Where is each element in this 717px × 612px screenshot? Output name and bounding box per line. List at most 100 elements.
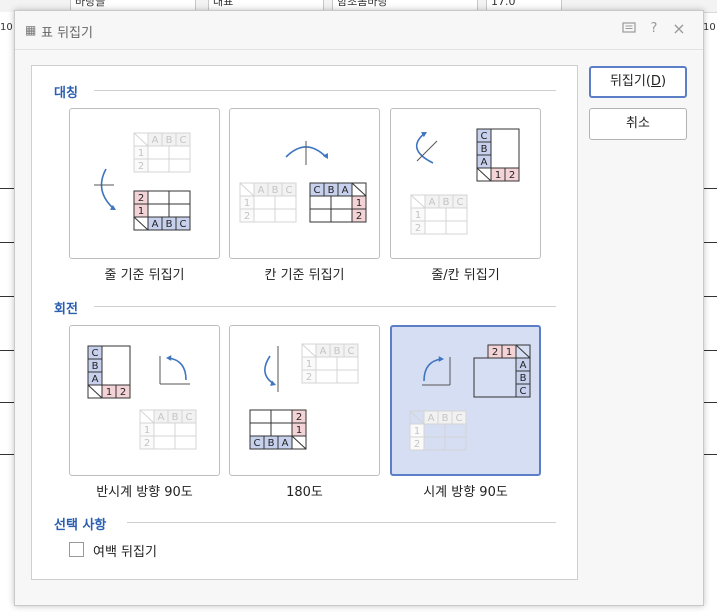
row-header-2: 2 bbox=[306, 372, 312, 383]
row-header-2: 2 bbox=[138, 193, 144, 204]
column-header-A: A bbox=[158, 412, 165, 423]
row-header-2: 2 bbox=[296, 412, 302, 423]
row-header-2: 2 bbox=[492, 347, 498, 358]
column-header-B: B bbox=[328, 185, 335, 196]
column-header-C: C bbox=[186, 412, 193, 423]
section-divider bbox=[127, 522, 556, 523]
option-flip-both[interactable]: CBA12ABC12 bbox=[390, 108, 541, 259]
flip-rows-preview: A B C12A B C21 bbox=[94, 132, 191, 231]
arrow-head-icon bbox=[438, 356, 444, 362]
doc-table-line bbox=[0, 350, 14, 351]
doc-table-line bbox=[0, 402, 14, 403]
column-header-A: A bbox=[320, 346, 327, 357]
comment-icon[interactable] bbox=[621, 21, 637, 37]
doc-table-line bbox=[703, 350, 717, 351]
doc-table-line bbox=[0, 242, 14, 243]
column-header-A: A bbox=[152, 219, 159, 230]
ruler-mark-right: 10 bbox=[703, 22, 716, 33]
row-header-2: 2 bbox=[414, 439, 420, 450]
column-header-A: A bbox=[152, 135, 159, 146]
flip-margins-label: 여백 뒤집기 bbox=[93, 545, 157, 560]
column-header-C: C bbox=[481, 131, 488, 142]
row-header-2: 2 bbox=[415, 223, 421, 234]
column-header-C: C bbox=[456, 413, 463, 424]
row-header-1: 1 bbox=[356, 198, 362, 209]
section-options-label: 선택 사항 bbox=[54, 518, 107, 533]
option-rotate-cw-90[interactable]: ABC21ABC12 bbox=[390, 325, 541, 476]
table-body-cell bbox=[490, 128, 520, 169]
column-header-C: C bbox=[92, 348, 99, 359]
ruler-mark-left: 10 bbox=[0, 22, 13, 33]
column-header-A: A bbox=[429, 197, 436, 208]
flip-button[interactable]: 뒤집기(D) bbox=[589, 66, 687, 98]
table-body-cell bbox=[473, 357, 517, 398]
column-header-A: A bbox=[258, 185, 265, 196]
column-header-C: C bbox=[286, 185, 293, 196]
flip-table-dialog: ▦ 표 뒤집기 ? × 대칭 ABC12ABC21 줄 기준 뒤집기 ABC12… bbox=[14, 10, 704, 606]
doc-table-line bbox=[0, 454, 14, 455]
rotate-arrow-icon bbox=[423, 358, 443, 382]
left-ruler bbox=[0, 12, 14, 612]
section-divider bbox=[94, 306, 556, 307]
doc-table-line bbox=[703, 454, 717, 455]
column-header-B: B bbox=[92, 361, 99, 372]
doc-table-line bbox=[703, 296, 717, 297]
option-flip-rows[interactable]: ABC12ABC21 bbox=[69, 108, 220, 259]
option-rotate-cw-90-label: 시계 방향 90도 bbox=[423, 485, 508, 500]
column-header-B: B bbox=[481, 144, 488, 155]
option-rotate-180-label: 180도 bbox=[286, 485, 323, 500]
corner-diagonal bbox=[476, 167, 492, 182]
option-flip-columns[interactable]: ABC12CBA12 bbox=[229, 108, 380, 259]
options-panel: 대칭 ABC12ABC21 줄 기준 뒤집기 ABC12CBA12 칸 기준 뒤… bbox=[31, 65, 578, 580]
option-flip-both-label: 줄/칸 뒤집기 bbox=[431, 268, 500, 283]
column-header-C: C bbox=[457, 197, 464, 208]
row-header-2: 2 bbox=[244, 211, 250, 222]
row-header-1: 1 bbox=[495, 170, 501, 181]
corner-diagonal bbox=[133, 216, 149, 231]
corner-diagonal bbox=[139, 409, 155, 424]
cancel-button[interactable]: 취소 bbox=[589, 108, 687, 140]
corner-diagonal bbox=[133, 132, 149, 147]
section-rotation-label: 회전 bbox=[54, 302, 78, 317]
row-header-1: 1 bbox=[244, 198, 250, 209]
option-rotate-180[interactable]: ABC12CBA21 bbox=[229, 325, 380, 476]
dialog-titlebar[interactable]: ▦ 표 뒤집기 ? × bbox=[15, 11, 703, 50]
row-header-1: 1 bbox=[306, 359, 312, 370]
row-header-1: 1 bbox=[144, 425, 150, 436]
option-rotate-ccw-90[interactable]: CBA12ABC12 bbox=[69, 325, 220, 476]
doc-table-line bbox=[703, 402, 717, 403]
row-header-1: 1 bbox=[106, 387, 112, 398]
corner-diagonal bbox=[87, 384, 103, 399]
help-button[interactable]: ? bbox=[646, 21, 662, 37]
row-header-2: 2 bbox=[138, 161, 144, 172]
column-header-B: B bbox=[268, 438, 275, 449]
dialog-title: 표 뒤집기 bbox=[41, 26, 93, 41]
flip-columns-preview: A B C12C B A12 bbox=[239, 141, 367, 223]
corner-diagonal bbox=[301, 343, 317, 358]
column-header-C: C bbox=[254, 438, 261, 449]
rotate-arrow-icon bbox=[167, 357, 187, 381]
arrow-head-icon bbox=[166, 355, 172, 361]
doc-table-line bbox=[0, 296, 14, 297]
corner-diagonal bbox=[351, 182, 367, 197]
column-header-A: A bbox=[520, 360, 527, 371]
close-button[interactable]: × bbox=[671, 21, 687, 37]
table-icon: ▦ bbox=[25, 23, 37, 37]
table-body-cell bbox=[101, 345, 131, 386]
flip-both-preview: CBA1 2A B C12 bbox=[410, 128, 520, 235]
doc-table-line bbox=[0, 188, 14, 189]
column-header-B: B bbox=[166, 219, 173, 230]
row-header-2: 2 bbox=[144, 438, 150, 449]
column-header-A: A bbox=[481, 157, 488, 168]
flip-margins-checkbox[interactable] bbox=[69, 542, 84, 557]
doc-table-line bbox=[703, 242, 717, 243]
corner-diagonal bbox=[239, 182, 255, 197]
row-header-2: 2 bbox=[509, 170, 515, 181]
column-header-B: B bbox=[520, 373, 527, 384]
section-symmetry-label: 대칭 bbox=[54, 86, 78, 101]
rotate-arrow-icon bbox=[264, 355, 275, 385]
column-header-C: C bbox=[348, 346, 355, 357]
column-header-B: B bbox=[172, 412, 179, 423]
column-header-A: A bbox=[92, 374, 99, 385]
row-header-1: 1 bbox=[138, 148, 144, 159]
